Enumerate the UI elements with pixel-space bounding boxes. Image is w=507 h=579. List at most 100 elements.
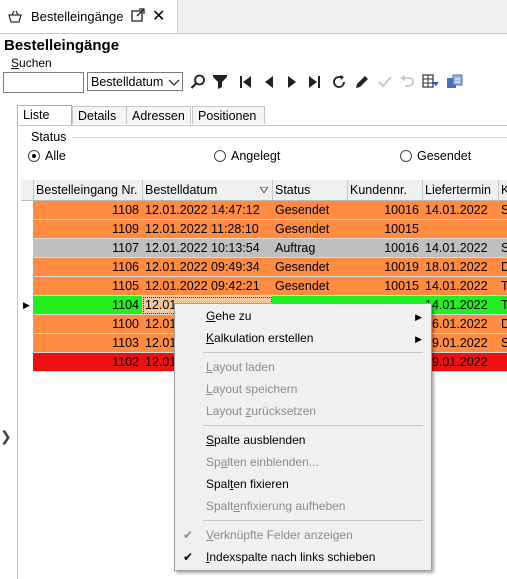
filter-icon[interactable]	[211, 73, 229, 91]
table-row[interactable]: 1106 12.01.2022 09:49:34 Gesendet 10019 18.0…	[21, 258, 507, 277]
tab-liste[interactable]: Liste	[17, 105, 72, 125]
cell-datum[interactable]: 12.01.2022 10:13:54	[142, 239, 273, 258]
tab-adressen[interactable]: Adressen	[126, 106, 191, 124]
radio-gesendet[interactable]	[400, 150, 412, 162]
cell-status[interactable]: Auftrag	[272, 239, 348, 258]
menu-item-layout-speichern: Layout speichern	[206, 382, 298, 396]
cell-liefertermin[interactable]	[422, 220, 499, 239]
column-header-status[interactable]: Status	[272, 180, 348, 200]
menu-item-layout-laden: Layout laden	[206, 360, 275, 374]
cell-status[interactable]: Gesendet	[272, 201, 348, 220]
cell-liefertermin[interactable]: 26.01.2022	[422, 315, 499, 334]
cell-nr[interactable]: 1107	[33, 239, 143, 258]
document-tab[interactable]: Bestelleingänge ✕	[0, 0, 178, 33]
table-row[interactable]: 1109 12.01.2022 11:28:10 Gesendet 10015	[21, 220, 507, 239]
cell-liefertermin[interactable]: 14.01.2022	[422, 201, 499, 220]
first-record-icon[interactable]	[236, 73, 254, 91]
table-row[interactable]: 1105 12.01.2022 09:42:21 Gesendet 10015 14.0…	[21, 277, 507, 296]
cell-nr[interactable]: 1104	[33, 296, 143, 315]
menu-item-kalkulation[interactable]: Kalkulation erstellen	[206, 331, 313, 345]
cell-k[interactable]: S	[498, 334, 507, 353]
side-panel-toggle-icon[interactable]: ❯	[0, 428, 12, 445]
popout-icon[interactable]	[131, 8, 145, 22]
cell-k[interactable]: D	[498, 258, 507, 277]
radio-gesendet-label[interactable]: Gesendet	[417, 149, 471, 163]
menu-separator	[203, 352, 423, 353]
cell-k[interactable]	[498, 220, 507, 239]
next-record-icon[interactable]	[283, 73, 301, 91]
cell-k[interactable]: T	[498, 296, 507, 315]
menu-item-layout-zuruecksetzen: Layout zurücksetzen	[206, 404, 317, 418]
last-record-icon[interactable]	[306, 73, 324, 91]
cell-kundennr[interactable]: 10016	[347, 201, 423, 220]
cell-nr[interactable]: 1100	[33, 315, 143, 334]
cell-liefertermin[interactable]: 19.01.2022	[422, 334, 499, 353]
cell-k[interactable]: D	[498, 315, 507, 334]
cell-kundennr[interactable]: 10015	[347, 277, 423, 296]
status-group-label: Status	[31, 130, 67, 144]
edit-icon[interactable]	[353, 73, 371, 91]
menu-item-spalte-ausblenden[interactable]: Spalte ausblenden	[206, 433, 305, 447]
menu-item-indexspalte[interactable]: Indexspalte nach links schieben	[206, 550, 375, 564]
cell-datum[interactable]: 12.01.2022 14:47:12	[142, 201, 273, 220]
cell-liefertermin[interactable]: 18.01.2022	[422, 258, 499, 277]
cell-kundennr[interactable]: 10019	[347, 258, 423, 277]
column-header-nr[interactable]: Bestelleingang Nr.	[33, 180, 143, 200]
radio-angelegt[interactable]	[214, 150, 226, 162]
close-icon[interactable]: ✕	[152, 6, 165, 26]
cell-kundennr[interactable]: 10016	[347, 239, 423, 258]
column-filter-icon[interactable]	[422, 73, 440, 91]
refresh-icon[interactable]	[330, 73, 348, 91]
radio-alle-label[interactable]: Alle	[45, 149, 66, 163]
search-input[interactable]	[3, 72, 84, 93]
cell-status[interactable]: Gesendet	[272, 277, 348, 296]
cell-kundennr[interactable]: 10015	[347, 220, 423, 239]
cell-datum[interactable]: 12.01.2022 11:28:10	[142, 220, 273, 239]
menu-separator	[203, 425, 423, 426]
current-row-indicator-icon: ▶	[23, 300, 30, 310]
table-row[interactable]: 1107 12.01.2022 10:13:54 Auftrag 10016 14.01…	[21, 239, 507, 258]
menu-item-gehe-zu[interactable]: Gehe zu	[206, 309, 251, 323]
menu-item-verknuepfte-felder: Verknüpfte Felder anzeigen	[206, 528, 353, 542]
cell-k[interactable]: S	[498, 239, 507, 258]
cell-k[interactable]	[498, 353, 507, 372]
search-field-select[interactable]: Bestelldatum	[87, 72, 183, 91]
submenu-arrow-icon: ▶	[415, 312, 422, 322]
cell-nr[interactable]: 1108	[33, 201, 143, 220]
cell-liefertermin[interactable]: 19.01.2022	[422, 353, 499, 372]
radio-alle[interactable]	[28, 150, 40, 162]
cell-datum[interactable]: 12.01.2022 09:49:34	[142, 258, 273, 277]
cell-nr[interactable]: 1106	[33, 258, 143, 277]
undo-icon	[398, 73, 416, 91]
chevron-down-icon	[168, 79, 180, 86]
cell-nr[interactable]: 1109	[33, 220, 143, 239]
cell-k[interactable]: S	[498, 201, 507, 220]
cell-liefertermin[interactable]: 14.01.2022	[422, 239, 499, 258]
search-field-value: Bestelldatum	[91, 75, 164, 89]
previous-record-icon[interactable]	[260, 73, 278, 91]
cell-k[interactable]: T	[498, 277, 507, 296]
cell-nr[interactable]: 1105	[33, 277, 143, 296]
checkmark-icon: ✔	[183, 550, 194, 564]
submenu-arrow-icon: ▶	[415, 334, 422, 344]
cell-liefertermin[interactable]: 14.01.2022	[422, 296, 499, 315]
column-header-datum[interactable]: Bestelldatum	[142, 180, 273, 200]
cell-datum[interactable]: 12.01.2022 09:42:21	[142, 277, 273, 296]
cell-status[interactable]: Gesendet	[272, 258, 348, 277]
export-icon[interactable]	[446, 73, 464, 91]
menu-item-spalten-fixieren[interactable]: Spalten fixieren	[206, 477, 289, 491]
column-header-k[interactable]: K	[498, 180, 507, 200]
table-row[interactable]: 1108 12.01.2022 14:47:12 Gesendet 10016 14.0…	[21, 201, 507, 220]
cell-status[interactable]: Gesendet	[272, 220, 348, 239]
cell-liefertermin[interactable]: 14.01.2022	[422, 277, 499, 296]
context-menu: Gehe zu ▶ Kalkulation erstellen ▶ Layout…	[174, 303, 432, 571]
tab-positionen[interactable]: Positionen	[192, 106, 265, 124]
column-header-kundennr[interactable]: Kundennr.	[347, 180, 423, 200]
radio-angelegt-label[interactable]: Angelegt	[231, 149, 280, 163]
search-icon[interactable]	[189, 73, 207, 91]
cell-nr[interactable]: 1102	[33, 353, 143, 372]
menu-item-spaltenfixierung-aufheben: Spaltenfixierung aufheben	[206, 499, 346, 513]
cell-nr[interactable]: 1103	[33, 334, 143, 353]
tab-title: Bestelleingänge	[31, 9, 124, 24]
column-header-liefertermin[interactable]: Liefertermin	[422, 180, 499, 200]
